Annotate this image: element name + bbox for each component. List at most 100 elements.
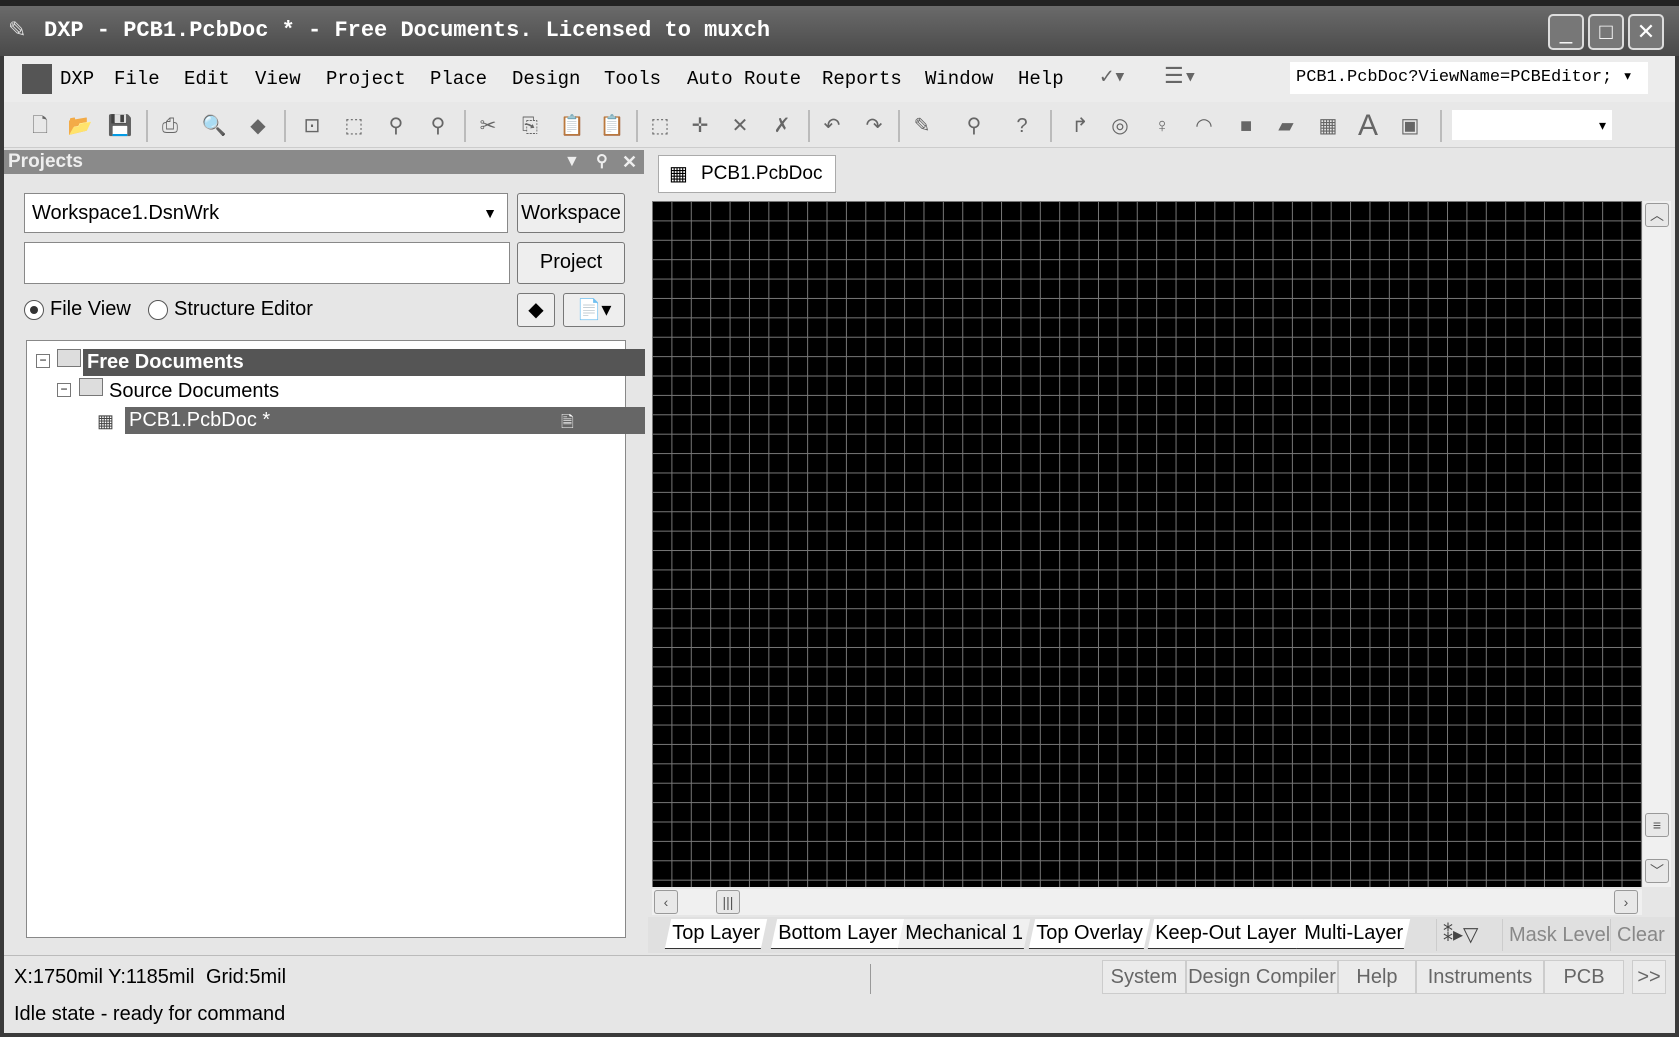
fill-icon[interactable]: ■: [1232, 112, 1260, 140]
layer-tab-keep-out[interactable]: Keep-Out Layer: [1147, 919, 1304, 949]
cut-icon[interactable]: ✂: [474, 112, 502, 140]
scroll-thumb[interactable]: ≡: [1645, 813, 1669, 837]
string-icon[interactable]: A: [1354, 111, 1382, 141]
hscroll-thumb[interactable]: |||: [716, 890, 740, 914]
clear-filter-icon[interactable]: ✗: [768, 112, 796, 140]
add-document-dropdown-icon[interactable]: 📄▾: [563, 293, 625, 327]
layer-tabs-bar: Top Layer Bottom Layer Mechanical 1 Top …: [648, 917, 1675, 953]
project-input[interactable]: [24, 242, 510, 284]
window-title: DXP - PCB1.PcbDoc * - Free Documents. Li…: [44, 18, 771, 43]
structure-editor-radio[interactable]: Structure Editor: [148, 298, 313, 321]
scroll-up-icon[interactable]: ︿: [1645, 203, 1669, 227]
panel-button-help[interactable]: Help: [1338, 960, 1416, 994]
redo-icon[interactable]: ↷: [860, 112, 888, 140]
project-button[interactable]: Project: [517, 242, 625, 284]
close-button[interactable]: ✕: [1628, 14, 1664, 50]
crossprobe-icon[interactable]: ✎: [908, 112, 936, 140]
move-icon[interactable]: ✛: [686, 112, 714, 140]
panel-button-instruments[interactable]: Instruments: [1416, 960, 1544, 994]
arc-icon[interactable]: ◠: [1190, 112, 1218, 140]
menu-design[interactable]: Design: [512, 68, 580, 90]
mask-level-button[interactable]: Mask Level: [1502, 919, 1616, 951]
panel-button-system[interactable]: System: [1102, 960, 1186, 994]
undo-icon[interactable]: ↶: [818, 112, 846, 140]
layer-tab-mechanical-1[interactable]: Mechanical 1: [897, 919, 1031, 949]
deselect-icon[interactable]: ✕: [726, 112, 754, 140]
scroll-down-icon[interactable]: ﹀: [1645, 859, 1669, 883]
menu-edit[interactable]: Edit: [184, 68, 230, 90]
clear-button[interactable]: Clear: [1610, 919, 1671, 951]
region-icon[interactable]: ▰: [1272, 112, 1300, 140]
help-icon[interactable]: ?: [1008, 112, 1036, 140]
polygon-icon[interactable]: ▦: [1314, 112, 1342, 140]
chevron-down-icon: ▼: [483, 205, 497, 221]
layer-tab-top-layer[interactable]: Top Layer: [664, 919, 768, 949]
maximize-button[interactable]: □: [1588, 14, 1624, 50]
menu-reports[interactable]: Reports: [822, 68, 902, 90]
project-options-icon[interactable]: ◆: [517, 293, 555, 327]
workspace-select[interactable]: Workspace1.DsnWrk ▼: [24, 193, 508, 233]
menu-dxp[interactable]: DXP: [60, 68, 94, 90]
menu-auto-route[interactable]: Auto Route: [687, 68, 801, 90]
new-icon[interactable]: 🗋: [26, 112, 54, 140]
zoom-fit-icon[interactable]: ⊡: [298, 112, 326, 140]
panel-button-design-compiler[interactable]: Design Compiler: [1186, 960, 1338, 994]
menu-tools[interactable]: Tools: [604, 68, 661, 90]
layers-icon[interactable]: ◆: [244, 112, 272, 140]
paste-icon[interactable]: 📋: [558, 112, 586, 140]
zoom-filter-icon[interactable]: ⚲: [424, 112, 452, 140]
panel-close-icon[interactable]: ✕: [622, 150, 637, 174]
workspace-value: Workspace1.DsnWrk: [32, 202, 220, 224]
workspace-button[interactable]: Workspace: [517, 193, 625, 233]
open-icon[interactable]: 📂: [66, 112, 94, 140]
vertical-scrollbar[interactable]: ︿ ≡ ﹀: [1643, 201, 1671, 887]
layer-tab-multi-layer[interactable]: Multi-Layer: [1296, 919, 1411, 949]
panel-menu-icon[interactable]: ▼: [564, 150, 580, 174]
zoom-selected-icon[interactable]: ⚲: [382, 112, 410, 140]
tree-item-source-documents[interactable]: Source Documents: [109, 378, 579, 405]
pcb-canvas[interactable]: [652, 201, 1642, 887]
tab-pcb1[interactable]: ▦PCB1.PcbDoc *: [658, 155, 836, 220]
scroll-left-icon[interactable]: ‹: [654, 890, 678, 914]
component-icon[interactable]: ▣: [1396, 112, 1424, 140]
layout-dropdown-icon[interactable]: ☰▾: [1164, 64, 1197, 90]
menu-help[interactable]: Help: [1018, 68, 1064, 90]
toolbar-combo[interactable]: ▾: [1452, 110, 1612, 140]
browse-icon[interactable]: ⚲: [960, 112, 988, 140]
menu-project[interactable]: Project: [326, 68, 406, 90]
address-field[interactable]: PCB1.PcbDoc?ViewName=PCBEditor; ▾: [1290, 62, 1648, 94]
menu-window[interactable]: Window: [925, 68, 993, 90]
structure-editor-label: Structure Editor: [174, 298, 313, 320]
paste-array-icon[interactable]: 📋: [598, 112, 626, 140]
zoom-area-icon[interactable]: ⬚: [340, 112, 368, 140]
menu-view[interactable]: View: [255, 68, 301, 90]
minimize-button[interactable]: _: [1548, 14, 1584, 50]
folder-icon: [57, 349, 81, 367]
collapse-icon[interactable]: −: [57, 383, 71, 397]
select-area-icon[interactable]: ⬚: [646, 112, 674, 140]
project-tree: − Free Documents − Source Documents ▦ PC…: [26, 340, 645, 938]
menu-file[interactable]: File: [114, 68, 160, 90]
copy-icon[interactable]: ⎘: [516, 112, 544, 140]
collapse-icon[interactable]: −: [36, 354, 50, 368]
scroll-right-icon[interactable]: ›: [1614, 890, 1638, 914]
pin-icon[interactable]: ⚲: [596, 150, 608, 174]
chart-dropdown-icon[interactable]: ✓▾: [1100, 64, 1127, 90]
horizontal-scrollbar[interactable]: ‹ ||| ›: [652, 889, 1642, 915]
file-view-radio[interactable]: File View: [24, 298, 131, 321]
print-icon[interactable]: ⎙: [156, 112, 184, 140]
route-icon[interactable]: ↱: [1066, 112, 1094, 140]
layer-filter-icon[interactable]: ⁑▸▽: [1436, 919, 1484, 951]
via-icon[interactable]: ♀: [1148, 112, 1176, 140]
print-preview-icon[interactable]: 🔍: [200, 112, 228, 140]
layer-tab-top-overlay[interactable]: Top Overlay: [1028, 919, 1150, 949]
pad-icon[interactable]: ◎: [1106, 112, 1134, 140]
save-icon[interactable]: 💾: [106, 112, 134, 140]
panel-button-more[interactable]: >>: [1632, 960, 1666, 994]
menu-place[interactable]: Place: [430, 68, 487, 90]
layer-tab-bottom-layer[interactable]: Bottom Layer: [770, 919, 905, 949]
tree-item-free-documents[interactable]: Free Documents: [83, 349, 645, 376]
document-modified-icon: 🗎: [561, 414, 574, 431]
panel-button-pcb[interactable]: PCB: [1544, 960, 1624, 994]
grid-size: Grid:5mil: [206, 966, 287, 988]
